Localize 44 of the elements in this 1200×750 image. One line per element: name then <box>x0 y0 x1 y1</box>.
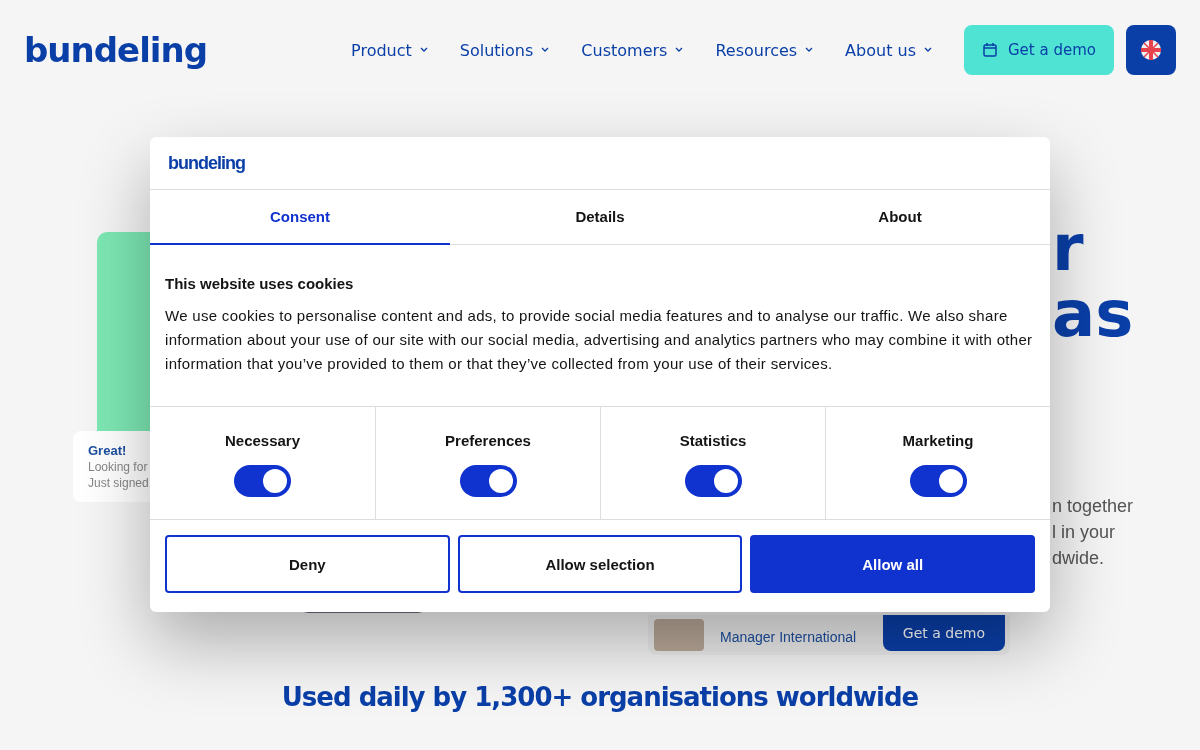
toggle-switch[interactable] <box>684 465 742 497</box>
section-title: Used daily by 1,300+ organisations worldwide <box>280 682 920 712</box>
toggle-switch[interactable] <box>234 465 291 497</box>
nav-link[interactable]: Product <box>351 40 428 60</box>
category-label: Necessary <box>224 432 301 449</box>
person-role: Manager International <box>720 629 857 645</box>
nav-link[interactable]: Resources <box>715 40 814 60</box>
dialog-text: We use cookies to personalise content and ads, to provide social media features and to analyse our traffic. We also share information about your use of our site with our social media, advertising and analytics partners who may combine it with other information that you’ve provided to them or that they’ve collected from your use of their services. <box>165 306 1034 374</box>
toggle-switch[interactable] <box>909 465 967 497</box>
consent-button[interactable]: Allow selection <box>457 535 743 593</box>
category-label: Marketing <box>902 432 974 449</box>
chevron-icon <box>419 47 428 53</box>
notification-title: Great! <box>88 442 128 458</box>
nav-link[interactable]: Solutions <box>459 40 550 60</box>
category-label: Statistics <box>679 432 747 449</box>
uk-flag-icon <box>1141 40 1161 60</box>
get-demo-button[interactable]: Get a demo <box>882 615 1005 651</box>
nav-link[interactable]: About us <box>845 40 932 60</box>
calendar-icon <box>982 42 998 58</box>
dialog-tab[interactable]: Consent <box>150 190 450 245</box>
dialog-tab[interactable]: Details <box>450 190 750 245</box>
bundeling-logo[interactable]: bundeling <box>24 30 207 70</box>
get-demo-button[interactable]: Get a demo <box>964 25 1114 75</box>
chevron-icon <box>924 47 932 53</box>
chevron-icon <box>675 47 684 53</box>
hero-heading: r <box>1052 215 1085 281</box>
dialog-tab[interactable]: About <box>750 190 1050 245</box>
hero-text: dwide. <box>1052 547 1106 570</box>
chevron-icon <box>805 47 814 53</box>
hero-heading: as <box>1052 281 1135 347</box>
language-button[interactable] <box>1126 25 1176 75</box>
hero-text: l in your <box>1052 521 1117 544</box>
consent-button[interactable]: Allow all <box>750 535 1035 593</box>
dialog-title: This website uses cookies <box>165 275 355 292</box>
chevron-icon <box>541 47 550 53</box>
bundeling-logo: bundeling <box>168 152 245 174</box>
avatar-placeholder <box>654 619 704 651</box>
notification-text: Looking for <box>88 459 149 474</box>
notification-text: Just signed <box>88 475 150 490</box>
category-label: Preferences <box>445 432 531 449</box>
toggle-switch[interactable] <box>459 465 517 497</box>
nav-link[interactable]: Customers <box>581 40 684 60</box>
consent-button[interactable]: Deny <box>165 535 450 593</box>
hero-text: n together <box>1052 495 1135 518</box>
